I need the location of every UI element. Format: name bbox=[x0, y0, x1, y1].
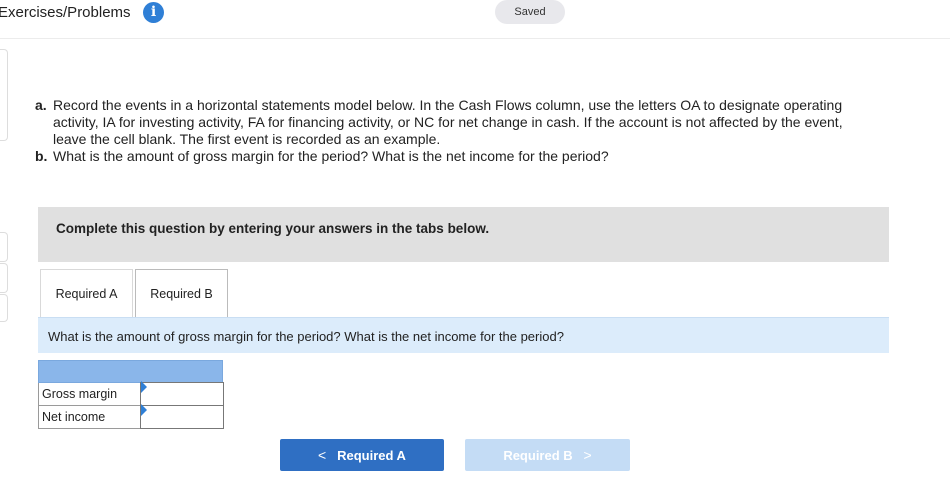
instruction-b: b. What is the amount of gross margin fo… bbox=[35, 148, 947, 165]
info-icon[interactable]: i bbox=[143, 2, 164, 23]
question-text: What is the amount of gross margin for t… bbox=[48, 329, 564, 344]
side-panel-tab[interactable] bbox=[0, 294, 8, 322]
instruction-a: a. Record the events in a horizontal sta… bbox=[35, 97, 947, 148]
chevron-right-icon: > bbox=[583, 447, 592, 463]
next-required-b-button[interactable]: Required B > bbox=[465, 439, 630, 471]
top-bar: Exercises/Problems i Saved bbox=[0, 0, 950, 39]
chevron-left-icon: < bbox=[318, 447, 327, 463]
net-income-label: Net income bbox=[42, 410, 106, 424]
net-income-input[interactable] bbox=[140, 405, 224, 429]
instruction-a-lead: a. bbox=[35, 97, 47, 113]
tab-required-a[interactable]: Required A bbox=[40, 269, 133, 317]
table-row: Net income bbox=[38, 405, 224, 429]
side-panel-tab[interactable] bbox=[0, 263, 8, 293]
tab-required-b[interactable]: Required B bbox=[135, 269, 228, 317]
saved-status-badge: Saved bbox=[495, 0, 565, 24]
table-row: Gross margin bbox=[38, 382, 224, 406]
page-title: Exercises/Problems bbox=[0, 4, 131, 21]
gross-margin-label: Gross margin bbox=[42, 387, 118, 401]
instruction-a-line-1: Record the events in a horizontal statem… bbox=[53, 97, 843, 113]
instruction-b-lead: b. bbox=[35, 148, 48, 164]
next-button-label: Required B bbox=[503, 448, 573, 463]
side-panel-tab[interactable] bbox=[0, 49, 8, 141]
instructions: a. Record the events in a horizontal sta… bbox=[35, 97, 947, 165]
side-panel-tab[interactable] bbox=[0, 232, 8, 262]
previous-button-label: Required A bbox=[337, 448, 406, 463]
answer-prompt-box: Complete this question by entering your … bbox=[38, 207, 889, 262]
instruction-b-text: What is the amount of gross margin for t… bbox=[53, 148, 609, 164]
previous-required-a-button[interactable]: < Required A bbox=[280, 439, 444, 471]
question-bar: What is the amount of gross margin for t… bbox=[38, 317, 889, 353]
answer-table-header bbox=[38, 360, 223, 383]
instruction-a-line-3: leave the cell blank. The first event is… bbox=[53, 131, 441, 147]
gross-margin-input[interactable] bbox=[140, 382, 224, 406]
instruction-a-line-2: activity, IA for investing activity, FA … bbox=[53, 114, 843, 130]
answer-prompt-text: Complete this question by entering your … bbox=[56, 221, 490, 236]
